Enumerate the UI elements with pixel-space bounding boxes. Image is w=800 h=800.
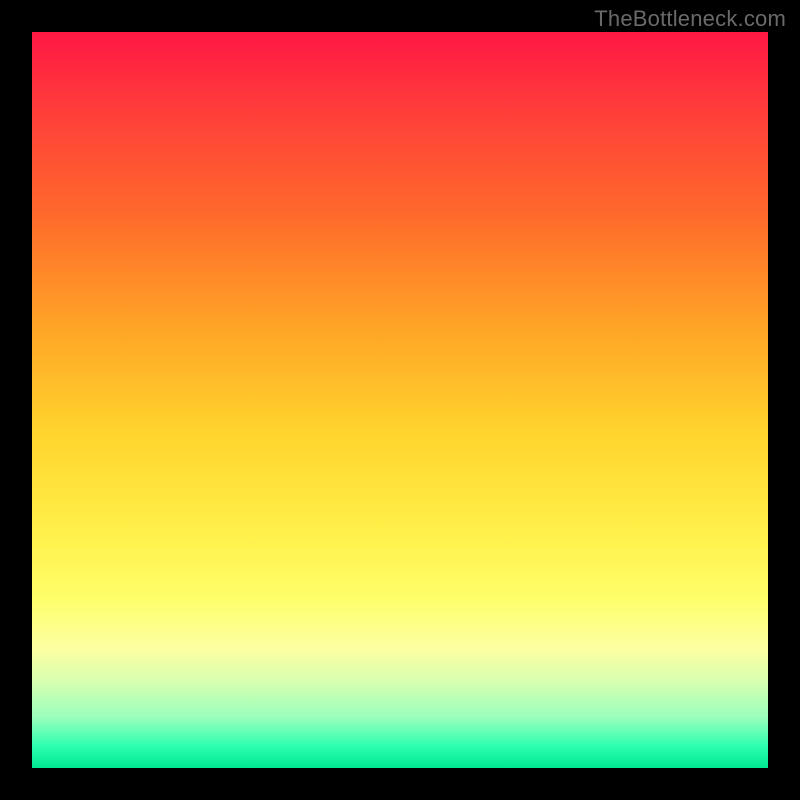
plot-area bbox=[32, 32, 768, 768]
gradient-background bbox=[32, 32, 768, 768]
chart-frame: TheBottleneck.com bbox=[0, 0, 800, 800]
watermark-text: TheBottleneck.com bbox=[594, 6, 786, 32]
